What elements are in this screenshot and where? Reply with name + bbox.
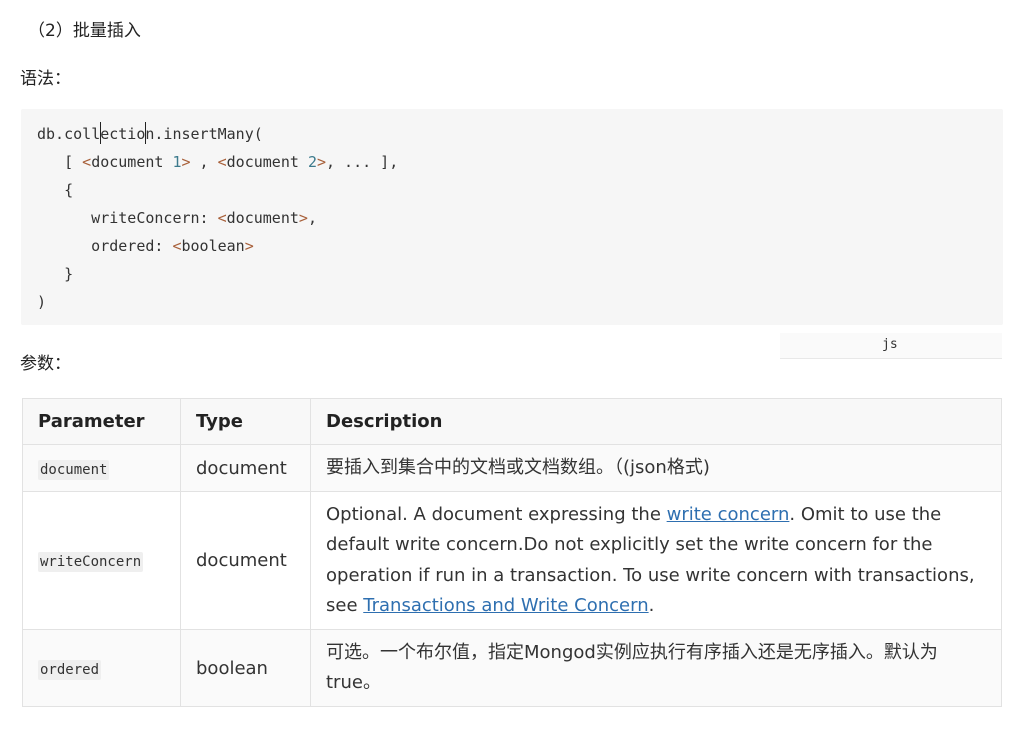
description-cell: Optional. A document expressing the writ… (310, 491, 1002, 630)
table-row: writeConcern document Optional. A docume… (22, 491, 1002, 630)
parameters-table: Parameter Type Description document docu… (22, 398, 1002, 707)
code-line-6: } (37, 265, 74, 283)
header-parameter: Parameter (22, 398, 181, 445)
code-line-1: db.collection.insertMany( (37, 120, 1003, 148)
syntax-label: 语法： (20, 69, 71, 89)
param-name: document (38, 459, 110, 480)
code-line-3: { (37, 181, 74, 199)
param-name: writeConcern (38, 552, 144, 572)
table-header-row: Parameter Type Description (22, 398, 1002, 445)
header-description: Description (310, 398, 1002, 445)
table-row: ordered boolean 可选。一个布尔值，指定Mongod实例应执行有序… (22, 629, 1002, 707)
code-line-5: ordered: <boolean> (37, 237, 254, 255)
param-cell: ordered (22, 629, 181, 707)
header-type: Type (180, 398, 311, 445)
code-line-4: writeConcern: <document>, (37, 209, 317, 227)
type-cell: boolean (180, 629, 311, 707)
code-line-7: ) (37, 293, 47, 311)
section-heading: （2）批量插入 (28, 21, 141, 41)
description-cell: 要插入到集合中的文档或文档数组。（(json格式) (310, 444, 1002, 492)
code-line-2: [ <document 1> , <document 2>, ... ], (37, 153, 399, 171)
type-cell: document (180, 491, 311, 630)
code-language-tag: js (780, 333, 1002, 359)
transactions-write-concern-link[interactable]: Transactions and Write Concern (363, 595, 648, 616)
param-cell: writeConcern (22, 491, 181, 630)
write-concern-link[interactable]: write concern (667, 504, 790, 525)
code-block[interactable]: db.collection.insertMany( [ <document 1>… (21, 109, 1003, 325)
param-cell: document (22, 444, 181, 492)
params-label: 参数： (20, 354, 71, 374)
table-row: document document 要插入到集合中的文档或文档数组。（(json… (22, 444, 1002, 492)
type-cell: document (180, 444, 311, 492)
param-name: ordered (38, 659, 102, 680)
description-cell: 可选。一个布尔值，指定Mongod实例应执行有序插入还是无序插入。默认为true… (310, 629, 1002, 707)
